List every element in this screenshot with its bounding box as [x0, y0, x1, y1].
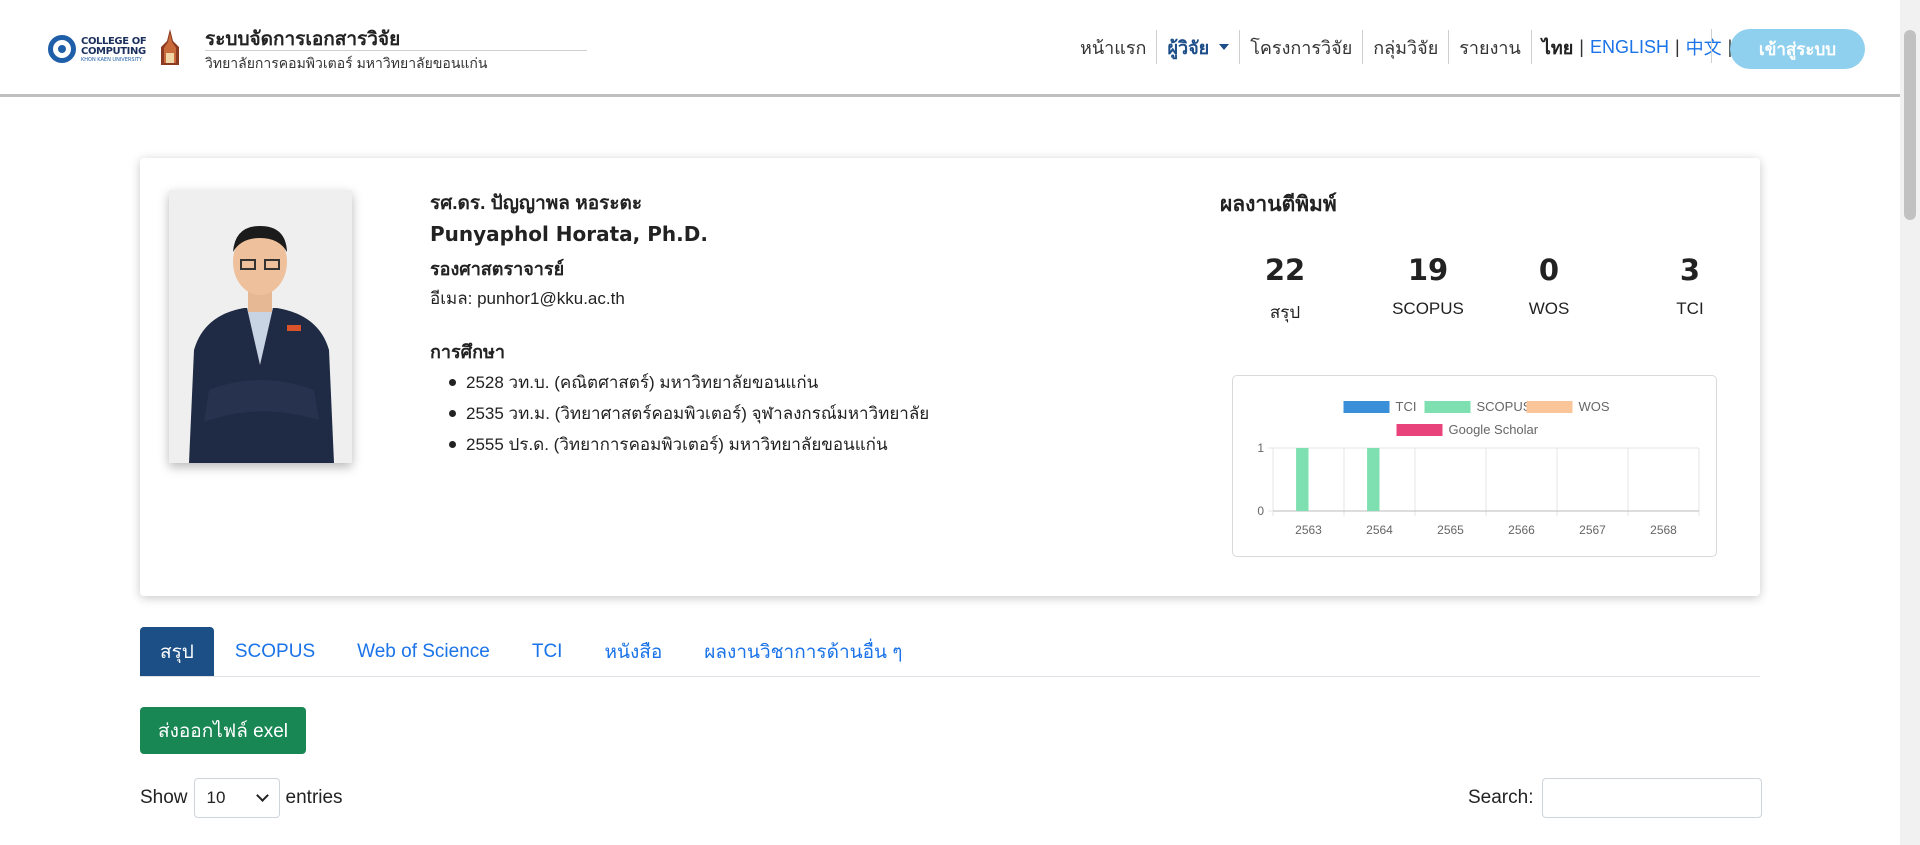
- stat-wos-value: 0: [1538, 253, 1560, 287]
- nav-researchers-label: ผู้วิจัย: [1167, 37, 1210, 58]
- education-item: 2535 วท.ม. (วิทยาศาสตร์คอมพิวเตอร์) จุฬา…: [449, 398, 929, 429]
- education-item: 2528 วท.บ. (คณิตศาสตร์) มหาวิทยาลัยขอนแก…: [449, 367, 929, 398]
- x-tick-label: 2566: [1508, 523, 1535, 537]
- legend-label-wos: WOS: [1579, 399, 1610, 414]
- education-text: 2535 วท.ม. (วิทยาศาสตร์คอมพิวเตอร์) จุฬา…: [466, 404, 930, 423]
- login-button[interactable]: เข้าสู่ระบบ: [1730, 29, 1865, 69]
- publication-stats: 22 สรุป 19 SCOPUS 0 WOS 3 TCI: [1225, 253, 1725, 333]
- researcher-info: รศ.ดร. ปัญญาพล หอระตะ Punyaphol Horata, …: [430, 188, 929, 460]
- entries-select[interactable]: 10: [193, 778, 280, 818]
- x-tick-label: 2568: [1650, 523, 1677, 537]
- tab-summary[interactable]: สรุป: [140, 627, 214, 676]
- education-text: 2528 วท.บ. (คณิตศาสตร์) มหาวิทยาลัยขอนแก…: [466, 373, 819, 392]
- entries-select-value: 10: [206, 788, 226, 807]
- legend-swatch-scopus: [1424, 401, 1471, 413]
- education-list: 2528 วท.บ. (คณิตศาสตร์) มหาวิทยาลัยขอนแก…: [449, 367, 929, 460]
- publications-title: ผลงานตีพิมพ์: [1220, 193, 1337, 216]
- logo-text-3: KHON KAEN UNIVERSITY: [81, 57, 143, 63]
- nav-divider: [1711, 29, 1712, 63]
- stat-tci-value: 3: [1679, 253, 1701, 287]
- lang-separator: |: [1579, 36, 1584, 57]
- lang-chinese[interactable]: 中文: [1686, 34, 1722, 60]
- stat-scopus-label: SCOPUS: [1392, 299, 1464, 318]
- x-tick-label: 2567: [1579, 523, 1606, 537]
- stat-scopus: 19 SCOPUS: [1368, 253, 1488, 319]
- scrollbar-thumb[interactable]: [1904, 30, 1916, 220]
- legend-label-tci: TCI: [1396, 399, 1417, 414]
- researcher-email: อีเมล: punhor1@kku.ac.th: [430, 289, 625, 308]
- entries-label: entries: [285, 787, 343, 808]
- nav-groups[interactable]: กลุ่มวิจัย: [1363, 30, 1448, 64]
- title-divider: [205, 50, 587, 51]
- legend-label-google-scholar: Google Scholar: [1449, 422, 1539, 437]
- tab-other-works[interactable]: ผลงานวิชาการด้านอื่น ๆ: [683, 627, 923, 676]
- publication-tabs: สรุป SCOPUS Web of Science TCI หนังสือ ผ…: [140, 627, 1760, 677]
- y-tick-label: 0: [1257, 504, 1264, 518]
- bullet-icon: [449, 410, 456, 417]
- x-tick-label: 2563: [1295, 523, 1322, 537]
- bar-scopus-2564: [1367, 448, 1380, 511]
- stat-scopus-value: 19: [1407, 253, 1449, 287]
- stat-tci-label: TCI: [1676, 299, 1704, 318]
- kku-emblem-icon: [161, 29, 179, 65]
- legend-swatch-google-scholar: [1396, 424, 1443, 436]
- y-tick-label: 1: [1257, 441, 1264, 455]
- legend-label-scopus: SCOPUS: [1477, 399, 1532, 414]
- researcher-name-english: Punyaphol Horata, Ph.D.: [430, 222, 708, 246]
- education-text: 2555 ปร.ด. (วิทยาการคอมพิวเตอร์) มหาวิทย…: [466, 435, 888, 454]
- bar-scopus-2563: [1296, 448, 1309, 511]
- caret-down-icon: [1219, 44, 1230, 50]
- show-label: Show: [140, 787, 188, 808]
- lang-separator: |: [1674, 36, 1680, 57]
- researcher-portrait-icon: [169, 190, 352, 463]
- publications-bar-chart: TCI SCOPUS WOS Google Scholar 1 0 2563 2564 2565…: [1257, 399, 1700, 537]
- bullet-icon: [449, 441, 456, 448]
- tab-web-of-science[interactable]: Web of Science: [336, 627, 511, 676]
- tab-books[interactable]: หนังสือ: [583, 627, 683, 676]
- export-excel-button[interactable]: ส่งออกไฟล์ exel: [140, 707, 306, 754]
- education-item: 2555 ปร.ด. (วิทยาการคอมพิวเตอร์) มหาวิทย…: [449, 429, 929, 460]
- legend-swatch-tci: [1343, 401, 1390, 413]
- main-nav: หน้าแรก ผู้วิจัย โครงการวิจัย กลุ่มวิจัย…: [1070, 28, 1738, 66]
- lang-thai[interactable]: ไทย: [1542, 33, 1573, 62]
- stat-total-value: 22: [1264, 253, 1306, 287]
- entries-length-control: Show 10 entries: [140, 778, 343, 818]
- x-tick-label: 2564: [1366, 523, 1393, 537]
- x-tick-label: 2565: [1437, 523, 1464, 537]
- legend-swatch-wos: [1526, 401, 1573, 413]
- nav-reports[interactable]: รายงาน: [1449, 30, 1531, 64]
- stat-total-label: สรุป: [1269, 303, 1301, 322]
- tab-scopus[interactable]: SCOPUS: [214, 627, 336, 676]
- logo-text-2: COMPUTING: [81, 46, 146, 57]
- stat-tci: 3 TCI: [1630, 253, 1750, 319]
- stat-total: 22 สรุป: [1225, 253, 1345, 326]
- nav-projects[interactable]: โครงการวิจัย: [1240, 30, 1362, 64]
- lang-english[interactable]: ENGLISH: [1590, 37, 1669, 58]
- stat-wos-label: WOS: [1528, 299, 1570, 318]
- language-switcher: ไทย | ENGLISH | 中文 |: [1536, 33, 1739, 62]
- college-of-computing-logo[interactable]: COLLEGE OF COMPUTING KHON KAEN UNIVERSIT…: [48, 33, 150, 63]
- researcher-name-thai: รศ.ดร. ปัญญาพล หอระตะ: [430, 193, 643, 214]
- researcher-profile-card: รศ.ดร. ปัญญาพล หอระตะ Punyaphol Horata, …: [140, 158, 1760, 596]
- nav-divider: [1530, 30, 1532, 64]
- bullet-icon: [449, 379, 456, 386]
- researcher-photo: [169, 190, 352, 463]
- stat-wos: 0 WOS: [1489, 253, 1609, 319]
- tab-tci[interactable]: TCI: [511, 627, 584, 676]
- top-header: COLLEGE OF COMPUTING KHON KAEN UNIVERSIT…: [0, 0, 1900, 97]
- researcher-position: รองศาสตราจารย์: [430, 259, 565, 279]
- table-search: Search:: [1468, 778, 1763, 818]
- logo-ring-icon: [48, 35, 76, 63]
- search-label: Search:: [1468, 787, 1534, 808]
- chevron-down-icon: [255, 789, 269, 802]
- nav-home[interactable]: หน้าแรก: [1070, 30, 1156, 64]
- nav-researchers-dropdown[interactable]: ผู้วิจัย: [1157, 30, 1239, 64]
- search-input[interactable]: [1542, 778, 1763, 818]
- publications-chart: TCI SCOPUS WOS Google Scholar 1 0 2563 2564 2565…: [1232, 375, 1717, 557]
- site-subtitle: วิทยาลัยการคอมพิวเตอร์ มหาวิทยาลัยขอนแก่…: [205, 55, 488, 71]
- page-scrollbar[interactable]: [1900, 0, 1920, 845]
- education-heading: การศึกษา: [430, 342, 505, 362]
